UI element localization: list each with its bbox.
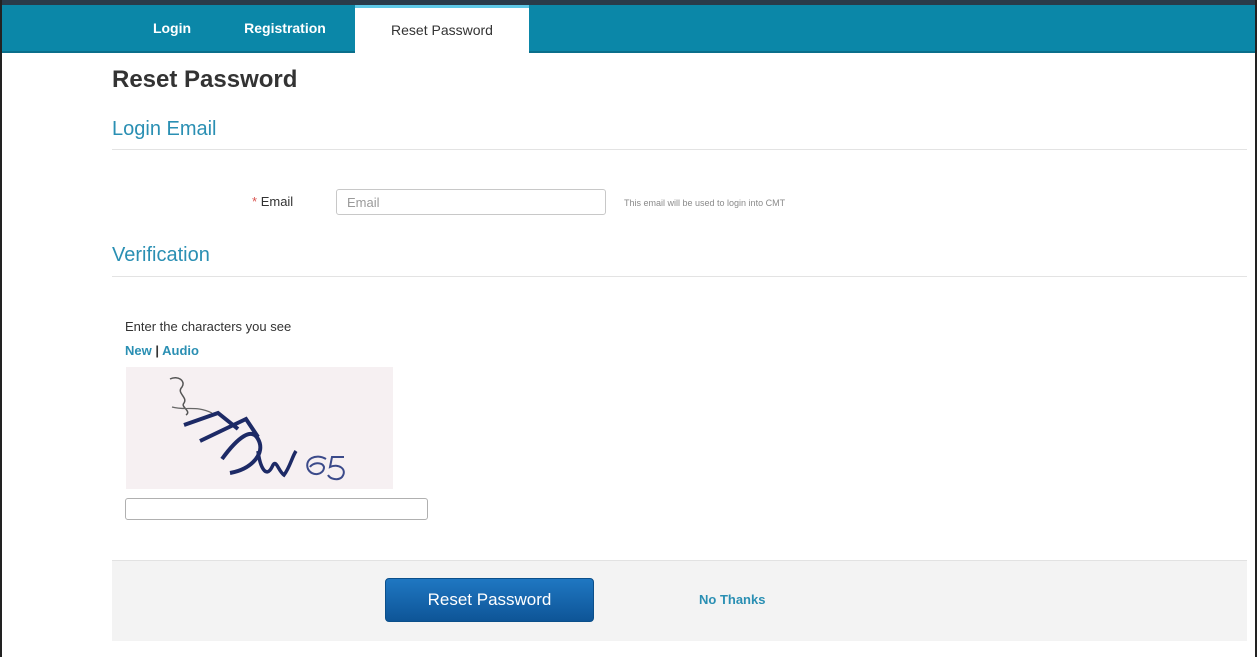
page-title: Reset Password	[112, 66, 298, 93]
captcha-image	[126, 367, 393, 489]
captcha-link-separator: |	[155, 343, 159, 358]
section-divider	[112, 276, 1247, 277]
email-label: * Email	[252, 194, 293, 209]
no-thanks-link[interactable]: No Thanks	[699, 592, 765, 607]
email-label-text: Email	[260, 194, 294, 209]
captcha-graphic	[169, 376, 345, 481]
email-input[interactable]	[336, 189, 606, 215]
tab-registration[interactable]: Registration	[224, 5, 346, 51]
tab-reset-password[interactable]: Reset Password	[355, 5, 529, 54]
form-actions-bar	[112, 560, 1247, 641]
tab-login[interactable]: Login	[142, 5, 202, 51]
captcha-input[interactable]	[125, 498, 428, 520]
reset-password-button[interactable]: Reset Password	[385, 578, 594, 622]
section-title-login-email: Login Email	[112, 118, 217, 140]
section-divider	[112, 149, 1247, 150]
top-nav-bar: Login Registration Reset Password	[2, 5, 1255, 54]
email-help-text: This email will be used to login into CM…	[624, 198, 786, 208]
captcha-links: New | Audio	[125, 343, 199, 358]
section-title-verification: Verification	[112, 244, 210, 266]
captcha-new-link[interactable]: New	[125, 343, 152, 358]
captcha-audio-link[interactable]: Audio	[162, 343, 199, 358]
captcha-prompt: Enter the characters you see	[125, 319, 292, 334]
required-marker: *	[252, 194, 258, 209]
